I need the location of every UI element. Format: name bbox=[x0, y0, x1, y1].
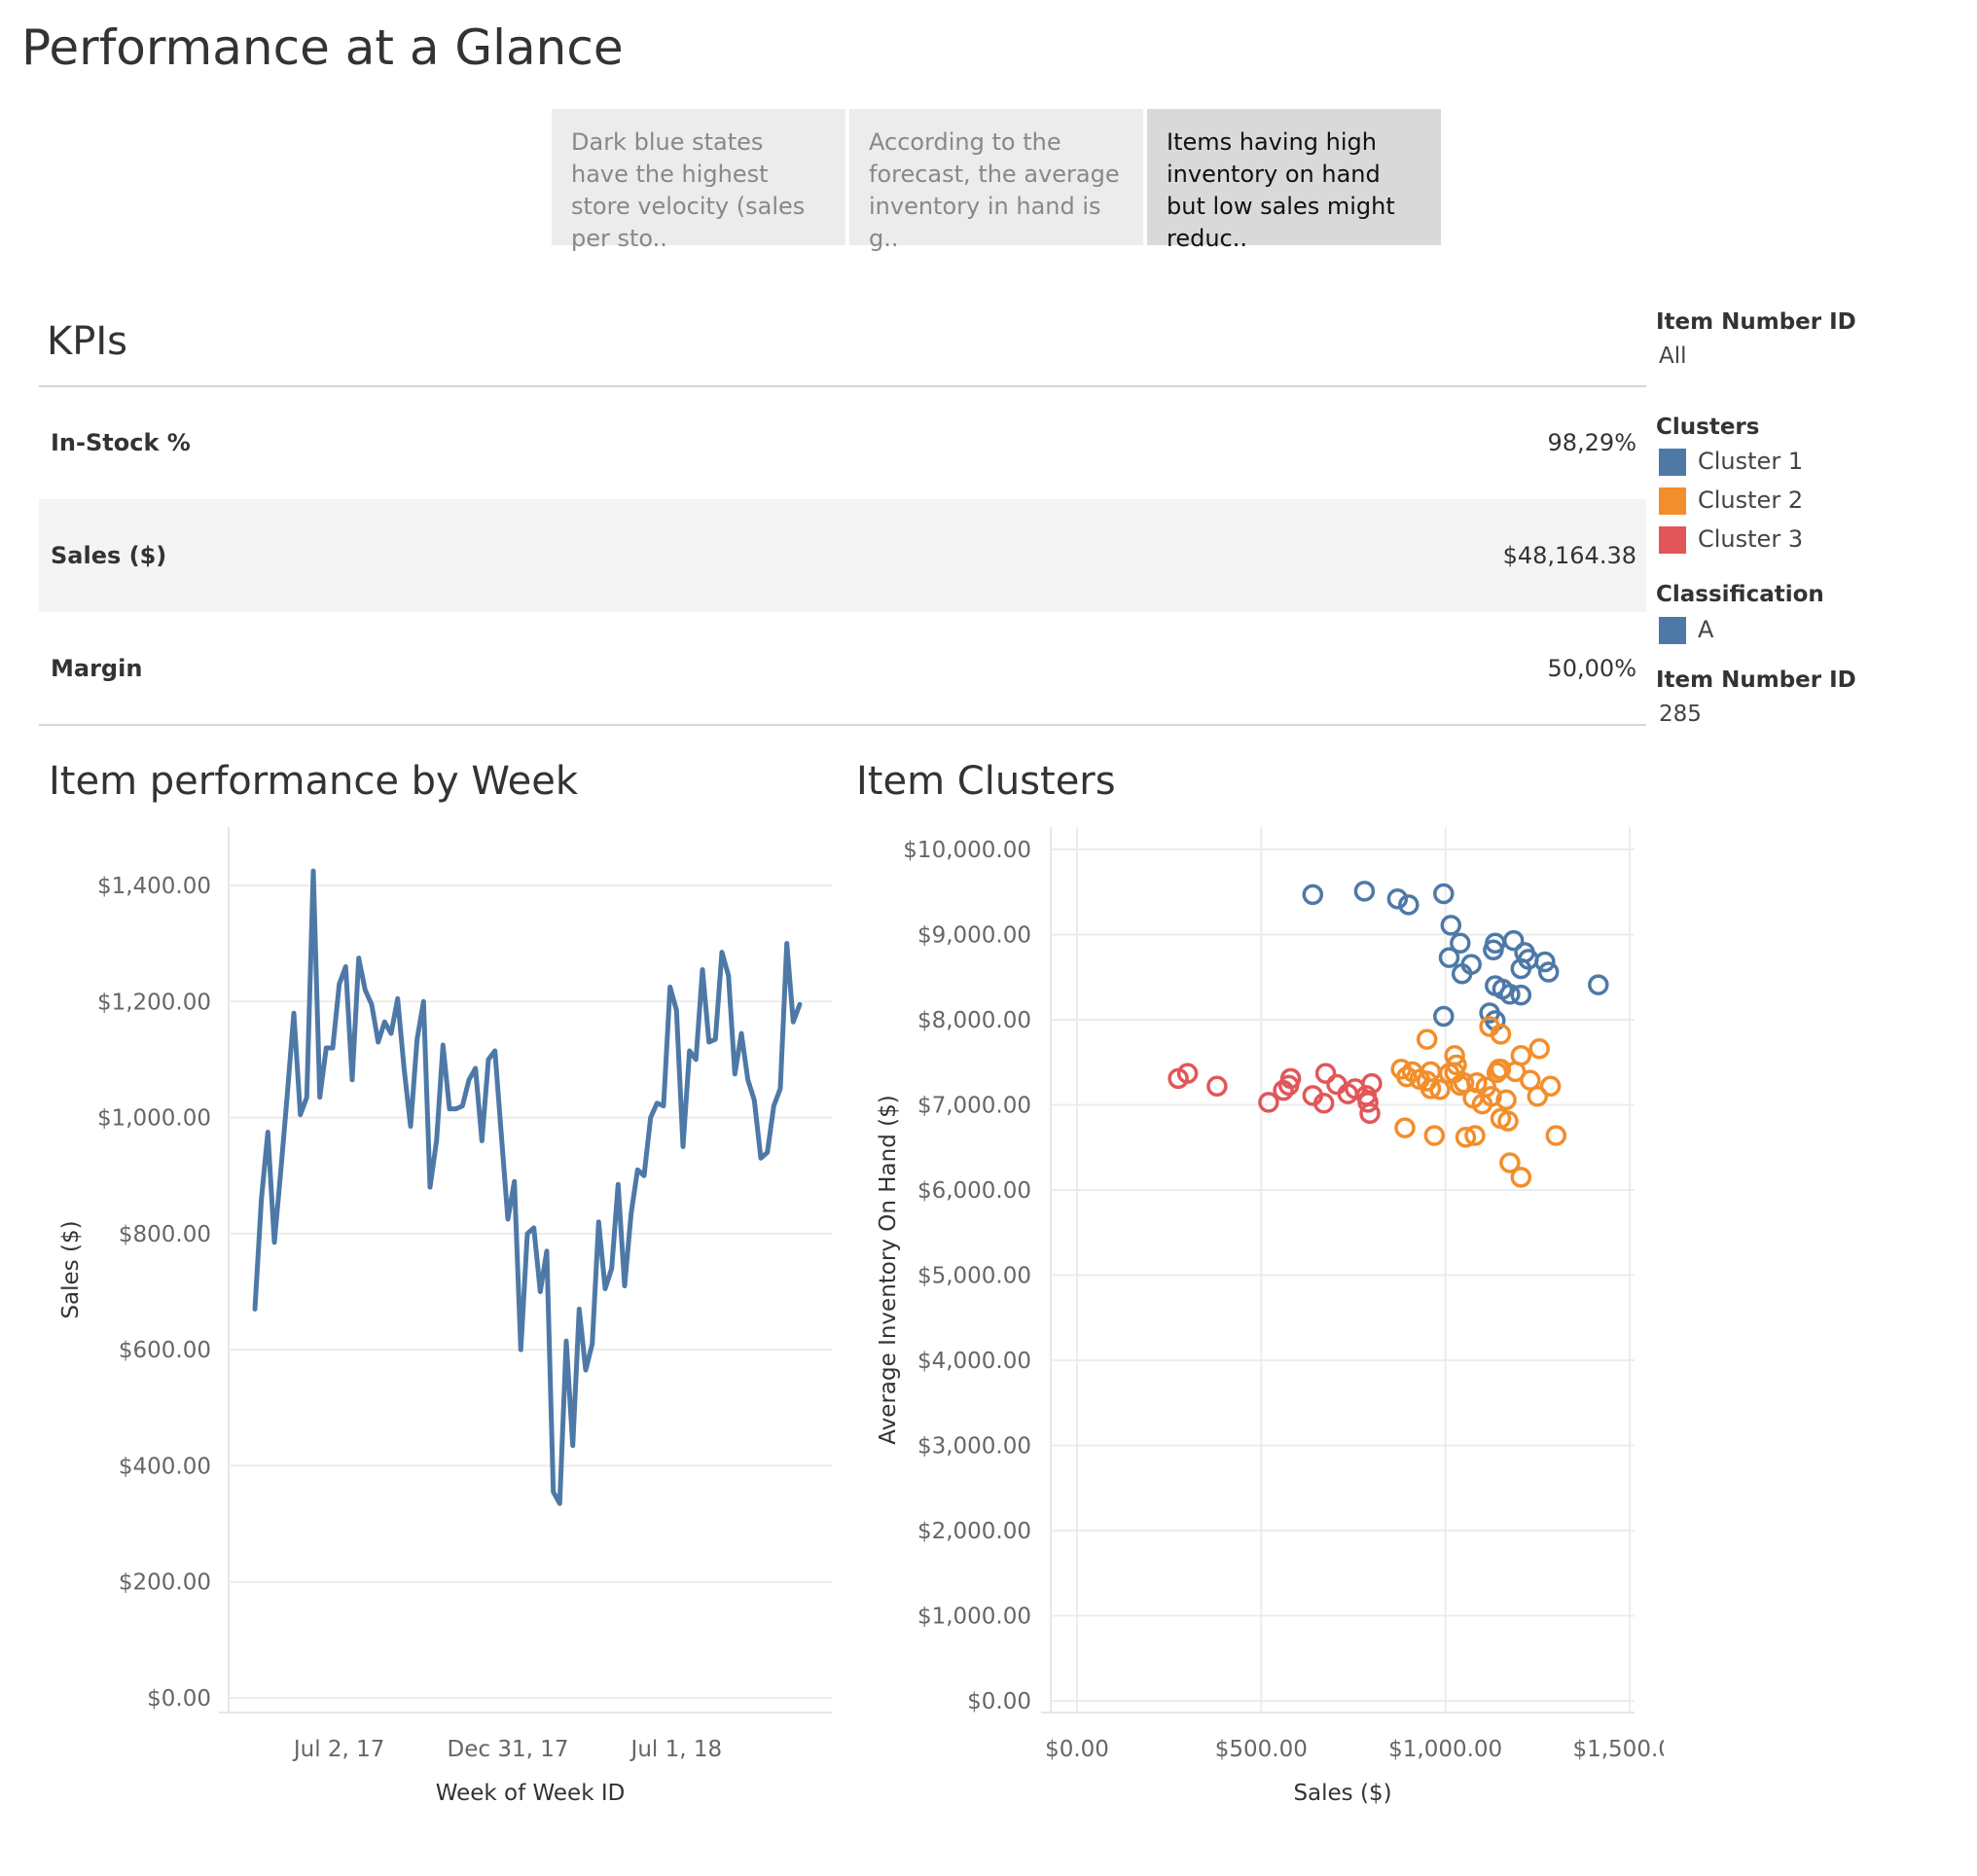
kpi-row-margin: Margin 50,00% bbox=[39, 612, 1646, 725]
x-tick-label: $1,500.00 bbox=[1572, 1737, 1664, 1762]
y-tick-label: $9,000.00 bbox=[917, 923, 1031, 949]
scatter-point-cluster-2[interactable] bbox=[1528, 1038, 1550, 1060]
scatter-chart-x-axis-title: Sales ($) bbox=[1293, 1781, 1391, 1806]
scatter-point-cluster-1[interactable] bbox=[1353, 881, 1376, 902]
scatter-point-cluster-1[interactable] bbox=[1302, 884, 1324, 906]
y-tick-label: $200.00 bbox=[119, 1570, 211, 1596]
scatter-point-cluster-1[interactable] bbox=[1433, 883, 1455, 905]
story-tab-1[interactable]: Dark blue states have the highest store … bbox=[552, 109, 845, 252]
scatter-chart: $0.00 $1,000.00 $2,000.00 $3,000.00 $4,000.0… bbox=[876, 827, 1664, 1806]
kpi-label: Margin bbox=[51, 655, 143, 682]
clusters-legend-heading: Clusters bbox=[1656, 415, 1760, 440]
y-tick-label: $6,000.00 bbox=[917, 1178, 1031, 1204]
scatter-chart-points bbox=[1168, 881, 1609, 1188]
scatter-point-cluster-3[interactable] bbox=[1326, 1073, 1348, 1096]
x-tick-label: $0.00 bbox=[1045, 1737, 1109, 1762]
scatter-chart-y-ticks: $0.00 $1,000.00 $2,000.00 $3,000.00 $4,000.0… bbox=[903, 838, 1031, 1714]
scatter-point-cluster-2[interactable] bbox=[1510, 1045, 1532, 1066]
story-tab-text: Items having high inventory on hand but … bbox=[1167, 128, 1395, 252]
page-title: Performance at a Glance bbox=[21, 19, 624, 76]
legend-swatch bbox=[1659, 487, 1686, 515]
scatter-chart-x-ticks: $0.00 $500.00 $1,000.00 $1,500.00 bbox=[1045, 1737, 1664, 1762]
legend-swatch bbox=[1659, 617, 1686, 644]
story-tab-3[interactable]: Items having high inventory on hand but … bbox=[1147, 109, 1441, 252]
y-tick-label: $5,000.00 bbox=[917, 1264, 1031, 1289]
kpi-row-in-stock: In-Stock % 98,29% bbox=[39, 386, 1646, 499]
line-chart-y-axis-title: Sales ($) bbox=[58, 1220, 84, 1318]
y-tick-label: $2,000.00 bbox=[917, 1519, 1031, 1544]
legend-swatch bbox=[1659, 449, 1686, 476]
y-tick-label: $3,000.00 bbox=[917, 1434, 1031, 1460]
scatter-point-cluster-1[interactable] bbox=[1534, 951, 1556, 973]
kpi-label: Sales ($) bbox=[51, 542, 167, 569]
y-tick-label: $400.00 bbox=[119, 1454, 211, 1479]
y-tick-label: $1,400.00 bbox=[97, 874, 211, 899]
x-tick-label: Dec 31, 17 bbox=[448, 1737, 569, 1762]
kpi-row-sales: Sales ($) $48,164.38 bbox=[39, 499, 1646, 612]
scatter-point-cluster-2[interactable] bbox=[1423, 1125, 1446, 1146]
legend-label: Cluster 2 bbox=[1698, 487, 1804, 514]
legend-label: Cluster 1 bbox=[1698, 448, 1804, 475]
sales-series-line[interactable] bbox=[252, 868, 803, 1506]
y-tick-label: $1,000.00 bbox=[97, 1106, 211, 1132]
scatter-point-cluster-3[interactable] bbox=[1314, 1063, 1337, 1084]
y-tick-label: $0.00 bbox=[147, 1686, 211, 1712]
y-tick-label: $600.00 bbox=[119, 1338, 211, 1363]
classification-legend-heading: Classification bbox=[1656, 582, 1824, 607]
item-number-id-2-heading: Item Number ID bbox=[1656, 667, 1856, 693]
y-tick-label: $7,000.00 bbox=[917, 1094, 1031, 1119]
legend-swatch bbox=[1659, 526, 1686, 554]
line-chart-x-axis-title: Week of Week ID bbox=[436, 1781, 626, 1806]
kpi-value: 98,29% bbox=[1547, 429, 1636, 456]
scatter-point-cluster-1[interactable] bbox=[1588, 974, 1609, 995]
kpi-value: 50,00% bbox=[1547, 655, 1636, 682]
y-tick-label: $1,000.00 bbox=[917, 1605, 1031, 1630]
scatter-point-cluster-2[interactable] bbox=[1394, 1117, 1416, 1138]
story-tab-text: According to the forecast, the average i… bbox=[869, 128, 1120, 252]
item-number-id-2-value: 285 bbox=[1659, 702, 1702, 727]
x-tick-label: $1,000.00 bbox=[1388, 1737, 1502, 1762]
kpi-bottom-divider bbox=[39, 724, 1646, 726]
item-number-id-filter-value[interactable]: All bbox=[1659, 343, 1687, 369]
story-tab-text: Dark blue states have the highest store … bbox=[571, 128, 806, 252]
line-chart-x-ticks: Jul 2, 17 Dec 31, 17 Jul 1, 18 bbox=[292, 1737, 722, 1762]
scatter-chart-gridlines bbox=[1041, 827, 1635, 1714]
x-tick-label: $500.00 bbox=[1215, 1737, 1308, 1762]
x-tick-label: Jul 2, 17 bbox=[292, 1737, 385, 1762]
line-chart: $0.00 $200.00 $400.00 $600.00 $800.00 $1,000.… bbox=[58, 827, 832, 1806]
scatter-chart-title: Item Clusters bbox=[856, 759, 1116, 804]
scatter-point-cluster-1[interactable] bbox=[1450, 932, 1471, 955]
scatter-point-cluster-2[interactable] bbox=[1545, 1125, 1567, 1146]
item-number-id-filter-heading: Item Number ID bbox=[1656, 309, 1856, 335]
scatter-point-cluster-2[interactable] bbox=[1510, 1167, 1532, 1188]
y-tick-label: $1,200.00 bbox=[97, 990, 211, 1015]
kpi-label: In-Stock % bbox=[51, 429, 191, 456]
line-chart-y-ticks: $0.00 $200.00 $400.00 $600.00 $800.00 $1,000.… bbox=[97, 874, 211, 1712]
scatter-point-cluster-1[interactable] bbox=[1537, 961, 1560, 983]
story-tab-2[interactable]: According to the forecast, the average i… bbox=[849, 109, 1143, 252]
line-chart-title: Item performance by Week bbox=[49, 759, 579, 804]
scatter-point-cluster-1[interactable] bbox=[1433, 1005, 1455, 1028]
scatter-point-cluster-3[interactable] bbox=[1359, 1102, 1381, 1125]
scatter-point-cluster-2[interactable] bbox=[1539, 1075, 1562, 1098]
x-tick-label: Jul 1, 18 bbox=[629, 1737, 723, 1762]
scatter-point-cluster-1[interactable] bbox=[1510, 984, 1532, 1006]
kpi-section-title: KPIs bbox=[47, 319, 127, 364]
y-tick-label: $800.00 bbox=[119, 1222, 211, 1247]
kpi-value: $48,164.38 bbox=[1502, 542, 1636, 569]
legend-label: A bbox=[1698, 616, 1714, 643]
y-tick-label: $8,000.00 bbox=[917, 1008, 1031, 1033]
y-tick-label: $0.00 bbox=[967, 1689, 1031, 1714]
y-tick-label: $4,000.00 bbox=[917, 1349, 1031, 1374]
legend-label: Cluster 3 bbox=[1698, 525, 1804, 553]
scatter-point-cluster-2[interactable] bbox=[1416, 1028, 1438, 1050]
scatter-chart-y-axis-title: Average Inventory On Hand ($) bbox=[876, 1095, 901, 1444]
y-tick-label: $10,000.00 bbox=[903, 838, 1031, 863]
scatter-point-cluster-3[interactable] bbox=[1206, 1075, 1228, 1098]
